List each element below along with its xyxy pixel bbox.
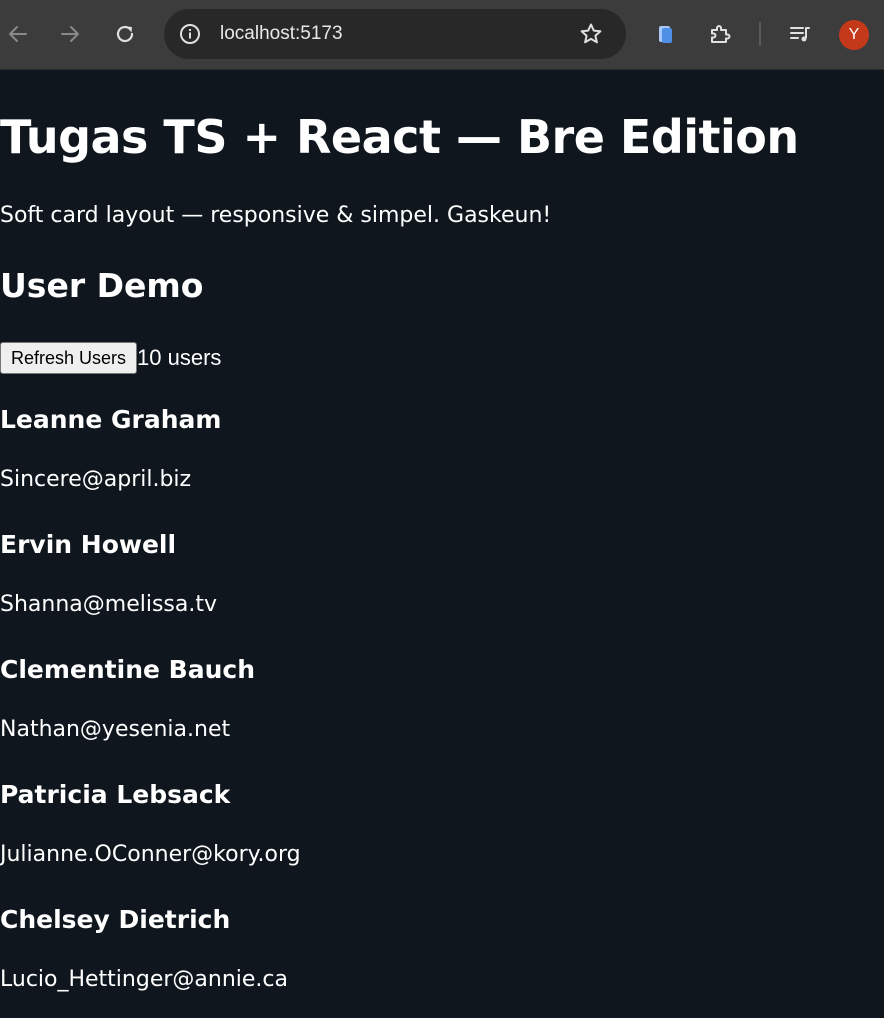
extensions-puzzle-icon[interactable] <box>704 18 736 50</box>
media-queue-icon[interactable] <box>784 18 816 50</box>
user-name: Ervin Howell <box>0 530 177 559</box>
page-subtitle: Soft card layout — responsive & simpel. … <box>0 203 552 228</box>
browser-toolbar: localhost:5173 Y <box>0 0 884 70</box>
user-email: Lucio_Hettinger@annie.ca <box>0 967 288 992</box>
user-name: Chelsey Dietrich <box>0 905 231 934</box>
toolbar-separator <box>759 22 761 46</box>
user-email: Shanna@melissa.tv <box>0 592 217 617</box>
site-info-icon[interactable] <box>178 22 202 46</box>
section-title: User Demo <box>0 266 204 305</box>
back-icon[interactable] <box>2 18 34 50</box>
reload-icon[interactable] <box>109 18 141 50</box>
url-text[interactable]: localhost:5173 <box>220 23 343 45</box>
user-email: Nathan@yesenia.net <box>0 717 231 742</box>
user-controls: Refresh Users 10 users <box>0 341 222 374</box>
user-email: Julianne.OConner@kory.org <box>0 842 301 867</box>
user-email: Sincere@april.biz <box>0 467 192 492</box>
address-bar[interactable]: localhost:5173 <box>164 9 626 59</box>
profile-avatar[interactable]: Y <box>839 20 869 50</box>
page-title: Tugas TS + React — Bre Edition <box>0 110 799 164</box>
user-name: Clementine Bauch <box>0 655 255 684</box>
user-name: Patricia Lebsack <box>0 780 231 809</box>
user-name: Leanne Graham <box>0 405 222 434</box>
user-count: 10 users <box>137 344 222 370</box>
bookmark-star-icon[interactable] <box>578 21 604 47</box>
files-extension-icon[interactable] <box>649 18 681 50</box>
forward-icon[interactable] <box>54 18 86 50</box>
refresh-users-button[interactable]: Refresh Users <box>0 341 138 374</box>
